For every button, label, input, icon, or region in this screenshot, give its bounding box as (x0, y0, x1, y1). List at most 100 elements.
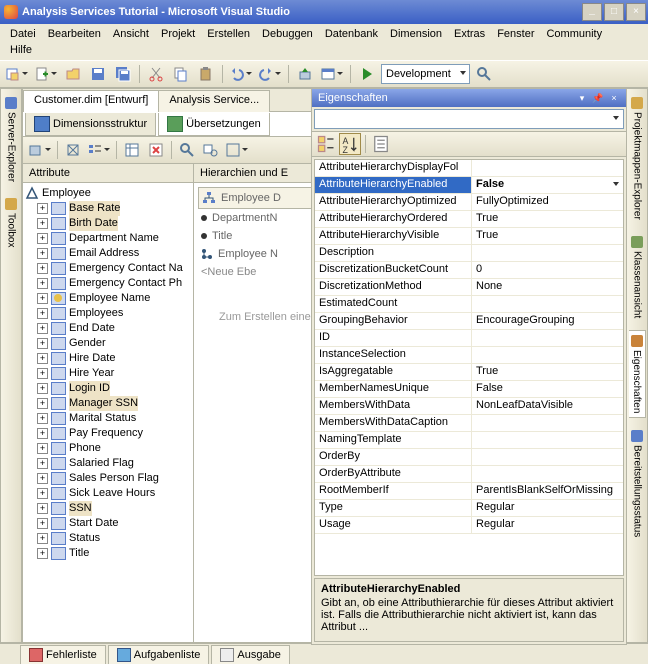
expand-icon[interactable]: + (37, 293, 48, 304)
property-value[interactable] (472, 330, 623, 346)
expand-icon[interactable]: + (37, 503, 48, 514)
attribute-item[interactable]: +Sales Person Flag (23, 471, 193, 486)
menu-edit[interactable]: Bearbeiten (42, 26, 107, 42)
expand-icon[interactable]: + (37, 398, 48, 409)
property-row[interactable]: GroupingBehaviorEncourageGrouping (315, 313, 623, 330)
expand-icon[interactable]: + (37, 458, 48, 469)
show-table-button[interactable] (121, 139, 143, 161)
attribute-item[interactable]: +Start Date (23, 516, 193, 531)
config-combo[interactable]: Development (381, 64, 470, 84)
expand-icon[interactable]: + (37, 518, 48, 529)
attribute-item[interactable]: +Login ID (23, 381, 193, 396)
properties-grid[interactable]: AttributeHierarchyDisplayFol AttributeHie… (314, 159, 624, 576)
find-table-button[interactable] (200, 139, 222, 161)
menu-window[interactable]: Fenster (491, 26, 540, 42)
property-pages-button[interactable] (370, 133, 392, 155)
add-item-button[interactable] (33, 63, 59, 85)
tab-translations[interactable]: Übersetzungen (158, 113, 270, 136)
deploy-button[interactable] (294, 63, 316, 85)
add-bi-button[interactable] (27, 139, 53, 161)
expand-icon[interactable]: + (37, 248, 48, 259)
expand-icon[interactable]: + (37, 353, 48, 364)
save-all-button[interactable] (112, 63, 134, 85)
property-row[interactable]: DiscretizationBucketCount0 (315, 262, 623, 279)
open-button[interactable] (62, 63, 84, 85)
attribute-item[interactable]: +Employee Name (23, 291, 193, 306)
property-row[interactable]: RootMemberIfParentIsBlankSelfOrMissing (315, 483, 623, 500)
menu-project[interactable]: Projekt (155, 26, 201, 42)
attribute-item[interactable]: +Emergency Contact Ph (23, 276, 193, 291)
property-row[interactable]: OrderBy (315, 449, 623, 466)
maximize-button[interactable]: □ (604, 3, 624, 21)
panel-close-button[interactable]: × (608, 92, 620, 104)
expand-icon[interactable]: + (37, 218, 48, 229)
window-list-button[interactable] (319, 63, 345, 85)
property-value[interactable]: True (472, 228, 623, 244)
delete-table-button[interactable] (145, 139, 167, 161)
properties-tab[interactable]: Eigenschaften (629, 330, 646, 418)
property-row[interactable]: UsageRegular (315, 517, 623, 534)
property-value[interactable]: None (472, 279, 623, 295)
property-value[interactable]: True (472, 364, 623, 380)
property-value[interactable] (472, 245, 623, 261)
menu-file[interactable]: Datei (4, 26, 42, 42)
toolbox-tab[interactable]: Toolbox (3, 194, 19, 251)
menu-database[interactable]: Datenbank (319, 26, 384, 42)
property-row[interactable]: NamingTemplate (315, 432, 623, 449)
property-row[interactable]: InstanceSelection (315, 347, 623, 364)
property-row[interactable]: DiscretizationMethodNone (315, 279, 623, 296)
expand-icon[interactable]: + (37, 263, 48, 274)
property-row[interactable]: MembersWithDataCaption (315, 415, 623, 432)
property-value[interactable]: FullyOptimized (472, 194, 623, 210)
save-button[interactable] (87, 63, 109, 85)
property-row[interactable]: ID (315, 330, 623, 347)
property-row[interactable]: Description (315, 245, 623, 262)
properties-object-selector[interactable] (314, 109, 624, 129)
tab-dimension-structure[interactable]: Dimensionsstruktur (25, 113, 156, 136)
property-row[interactable]: MemberNamesUniqueFalse (315, 381, 623, 398)
undo-button[interactable] (228, 63, 254, 85)
attribute-item[interactable]: +Pay Frequency (23, 426, 193, 441)
menu-view[interactable]: Ansicht (107, 26, 155, 42)
property-value[interactable] (472, 296, 623, 312)
menu-build[interactable]: Erstellen (201, 26, 256, 42)
redo-button[interactable] (257, 63, 283, 85)
attributes-tree[interactable]: Employee +Base Rate+Birth Date+Departmen… (23, 183, 193, 642)
process-button[interactable] (62, 139, 84, 161)
task-list-tab[interactable]: Aufgabenliste (108, 645, 210, 664)
expand-icon[interactable]: + (37, 443, 48, 454)
menu-community[interactable]: Community (540, 26, 608, 42)
expand-icon[interactable]: + (37, 323, 48, 334)
menu-extras[interactable]: Extras (448, 26, 491, 42)
property-row[interactable]: EstimatedCount (315, 296, 623, 313)
close-button[interactable]: × (626, 3, 646, 21)
attribute-item[interactable]: +Emergency Contact Na (23, 261, 193, 276)
attribute-item[interactable]: +Phone (23, 441, 193, 456)
property-value[interactable] (472, 466, 623, 482)
new-project-button[interactable] (4, 63, 30, 85)
expand-icon[interactable]: + (37, 233, 48, 244)
attribute-item[interactable]: +Hire Date (23, 351, 193, 366)
attribute-item[interactable]: +Base Rate (23, 201, 193, 216)
expand-icon[interactable]: + (37, 488, 48, 499)
property-value[interactable]: False (472, 177, 623, 193)
expand-icon[interactable]: + (37, 308, 48, 319)
zoom-button[interactable] (224, 139, 250, 161)
server-explorer-tab[interactable]: Server-Explorer (3, 93, 19, 186)
property-value[interactable]: ParentIsBlankSelfOrMissing (472, 483, 623, 499)
cut-button[interactable] (145, 63, 167, 85)
expand-icon[interactable]: + (37, 548, 48, 559)
expand-icon[interactable]: + (37, 473, 48, 484)
expand-icon[interactable]: + (37, 428, 48, 439)
property-row[interactable]: AttributeHierarchyVisibleTrue (315, 228, 623, 245)
copy-button[interactable] (170, 63, 192, 85)
attribute-item[interactable]: +Marital Status (23, 411, 193, 426)
property-row[interactable]: AttributeHierarchyDisplayFol (315, 160, 623, 177)
attribute-item[interactable]: +SSN (23, 501, 193, 516)
attribute-item[interactable]: +Hire Year (23, 366, 193, 381)
property-value[interactable] (472, 449, 623, 465)
property-value[interactable] (472, 415, 623, 431)
expand-icon[interactable]: + (37, 278, 48, 289)
attribute-item[interactable]: +Title (23, 546, 193, 561)
expand-icon[interactable]: + (37, 203, 48, 214)
